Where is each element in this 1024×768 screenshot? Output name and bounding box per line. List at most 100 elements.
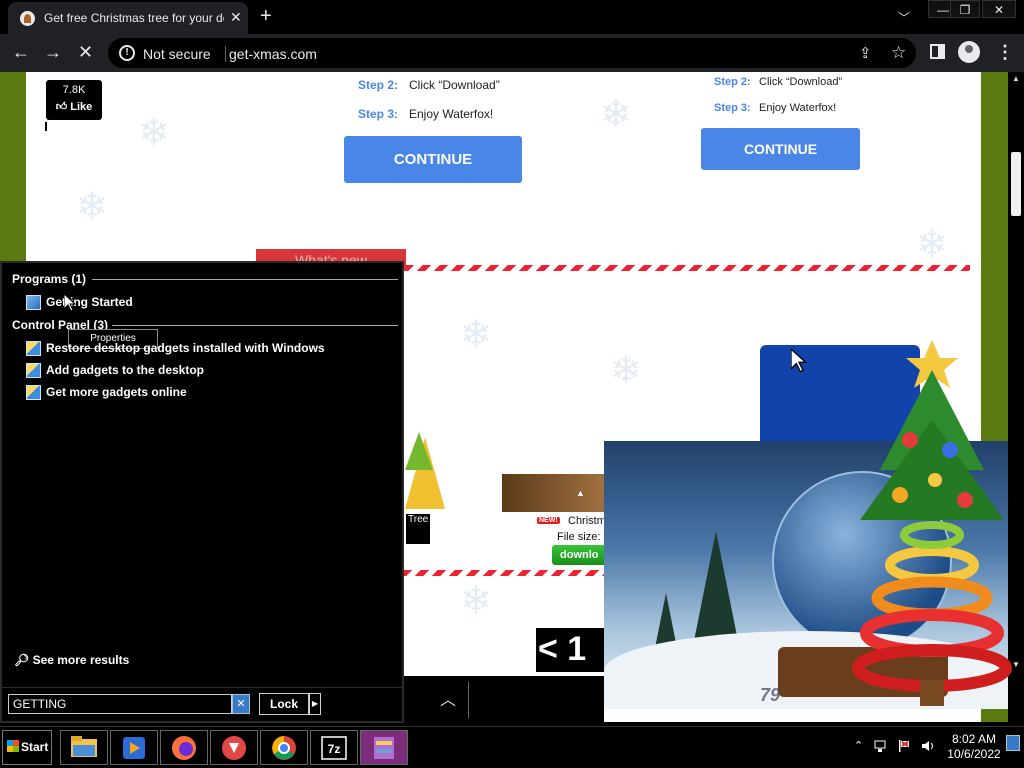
info-icon[interactable]: ! bbox=[119, 45, 135, 61]
snowflake-icon: ❄ bbox=[600, 94, 632, 136]
snowflake-icon: ❄ bbox=[138, 112, 170, 154]
clock-date: 10/6/2022 bbox=[947, 747, 1001, 761]
clock-time: 8:02 AM bbox=[951, 732, 997, 746]
program-item-getting-started[interactable]: Getting Started bbox=[26, 293, 133, 311]
address-bar[interactable]: ! Not secure get-xmas.com ⇪ ☆ bbox=[108, 38, 916, 68]
tab-search-chevron-icon[interactable]: ﹀ bbox=[898, 9, 910, 26]
taskbar-download-manager[interactable] bbox=[210, 730, 258, 765]
file-size-label: File size: bbox=[557, 531, 601, 543]
continue-button[interactable]: CONTINUE bbox=[701, 128, 860, 170]
forward-arrow-icon[interactable]: → bbox=[44, 42, 62, 63]
footer-divider bbox=[2, 687, 402, 688]
xmas-thumbnail[interactable]: ▲ bbox=[502, 474, 604, 512]
network-icon[interactable] bbox=[873, 739, 887, 753]
scrollbar-thumb[interactable] bbox=[1011, 152, 1021, 216]
tree-trunk bbox=[920, 680, 944, 706]
svg-text:7z: 7z bbox=[328, 742, 341, 756]
tree-caption[interactable]: Tree bbox=[406, 514, 430, 544]
taskbar-file-explorer[interactable] bbox=[60, 730, 108, 765]
taskbar-7zip[interactable]: 7z bbox=[310, 730, 358, 765]
ornament bbox=[957, 492, 973, 508]
clear-search-icon[interactable]: ✕ bbox=[232, 694, 250, 714]
show-desktop-button[interactable] bbox=[1006, 735, 1020, 751]
back-arrow-icon[interactable]: ← bbox=[12, 42, 30, 63]
tray-overflow-icon[interactable]: ⌃ bbox=[854, 739, 863, 752]
cp-item-more-gadgets[interactable]: Get more gadgets online bbox=[26, 383, 187, 401]
step-2-label: Step 2: bbox=[358, 78, 399, 92]
xmas-item-title[interactable]: Christm bbox=[568, 515, 606, 527]
chevron-up-icon[interactable]: ︿ bbox=[440, 686, 456, 710]
download-button[interactable]: downlo bbox=[552, 545, 604, 565]
security-label[interactable]: Not secure bbox=[143, 46, 211, 62]
step-3-label: Step 3: bbox=[358, 107, 399, 121]
step-2-text: Click “Download” bbox=[759, 76, 843, 88]
lock-button[interactable]: Lock bbox=[259, 693, 309, 715]
winrar-icon bbox=[374, 737, 394, 759]
cp-item-label: Add gadgets to the desktop bbox=[46, 363, 205, 377]
system-clock[interactable]: 8:02 AM 10/6/2022 bbox=[944, 732, 1004, 762]
page-bottom-bar: ︿ bbox=[404, 676, 604, 722]
ornament bbox=[892, 487, 908, 503]
mouse-cursor-icon bbox=[64, 294, 76, 312]
programs-header: Programs (1) bbox=[12, 272, 87, 286]
text-caret bbox=[45, 122, 47, 131]
browser-tab[interactable]: Get free Christmas tree for your des ✕ bbox=[8, 2, 248, 34]
start-button[interactable]: Start bbox=[2, 730, 52, 765]
step-3-text: Enjoy Waterfox! bbox=[409, 107, 494, 121]
scroll-up-arrow-icon[interactable]: ▲ bbox=[1012, 74, 1020, 83]
facebook-like-button[interactable]: 7.8K 👍︎ Like bbox=[46, 80, 102, 120]
light-ring bbox=[900, 521, 964, 549]
tree-top-decoration bbox=[405, 432, 433, 470]
power-options-arrow-icon[interactable]: ▶ bbox=[309, 693, 321, 715]
christmas-tree-gadget[interactable] bbox=[840, 330, 1020, 710]
step-3-text: Enjoy Waterfox! bbox=[759, 102, 837, 114]
new-badge: NEW! bbox=[537, 517, 560, 524]
share-icon[interactable]: ⇪ bbox=[859, 44, 872, 62]
like-label: Like bbox=[70, 101, 93, 113]
close-window-button[interactable]: ✕ bbox=[982, 0, 1016, 18]
profile-avatar-icon[interactable] bbox=[958, 41, 980, 63]
see-more-results-link[interactable]: 🔎︎ See more results bbox=[14, 653, 129, 667]
volume-icon[interactable] bbox=[921, 739, 935, 753]
url-text[interactable]: get-xmas.com bbox=[229, 46, 317, 62]
header-rule bbox=[92, 279, 398, 280]
stop-loading-icon[interactable]: ✕ bbox=[78, 42, 93, 63]
restore-window-button[interactable]: ❐ bbox=[950, 0, 980, 18]
light-ring bbox=[885, 546, 979, 584]
mouse-cursor-icon bbox=[791, 348, 807, 373]
start-search-input[interactable]: GETTING bbox=[8, 694, 232, 714]
media-player-icon bbox=[123, 737, 145, 759]
close-tab-icon[interactable]: ✕ bbox=[230, 9, 242, 26]
step-2-text: Click “Download” bbox=[409, 78, 500, 92]
ornament bbox=[942, 442, 958, 458]
action-center-flag-icon[interactable] bbox=[897, 739, 911, 753]
new-tab-icon[interactable]: + bbox=[260, 5, 272, 28]
tab-title: Get free Christmas tree for your des bbox=[44, 11, 224, 25]
candy-cane-divider bbox=[406, 265, 970, 271]
taskbar-chrome[interactable] bbox=[260, 730, 308, 765]
cp-item-label: Get more gadgets online bbox=[46, 385, 187, 399]
continue-button[interactable]: CONTINUE bbox=[344, 136, 522, 183]
windows-logo-icon bbox=[7, 740, 19, 752]
pagination-prev[interactable]: < 1 bbox=[536, 628, 604, 672]
snowflake-icon: ❄ bbox=[460, 580, 492, 622]
start-label: Start bbox=[21, 740, 49, 754]
bookmark-star-icon[interactable]: ☆ bbox=[891, 43, 906, 63]
menu-kebab-icon[interactable]: ⋮ bbox=[996, 42, 1014, 63]
taskbar-media-player[interactable] bbox=[110, 730, 158, 765]
see-more-label: See more results bbox=[32, 653, 130, 667]
taskbar: Start 7z ⌃ 8:02 AM 10/6/2022 bbox=[0, 726, 1024, 768]
side-panel-icon[interactable] bbox=[930, 44, 945, 59]
taskbar-firefox[interactable] bbox=[160, 730, 208, 765]
control-panel-icon bbox=[26, 384, 41, 400]
cp-item-label: Restore desktop gadgets installed with W… bbox=[46, 341, 325, 355]
ornament bbox=[902, 432, 918, 448]
cp-item-add-gadgets[interactable]: Add gadgets to the desktop bbox=[26, 361, 204, 379]
cp-item-restore-gadgets[interactable]: Restore desktop gadgets installed with W… bbox=[26, 339, 325, 357]
start-menu: Programs (1) Getting Started Control Pan… bbox=[0, 261, 404, 723]
firefox-icon bbox=[172, 736, 196, 760]
ornament bbox=[928, 473, 942, 487]
step-3-label: Step 3: bbox=[714, 102, 751, 114]
snowflake-icon: ❄ bbox=[460, 314, 492, 356]
taskbar-winrar[interactable] bbox=[360, 730, 408, 765]
